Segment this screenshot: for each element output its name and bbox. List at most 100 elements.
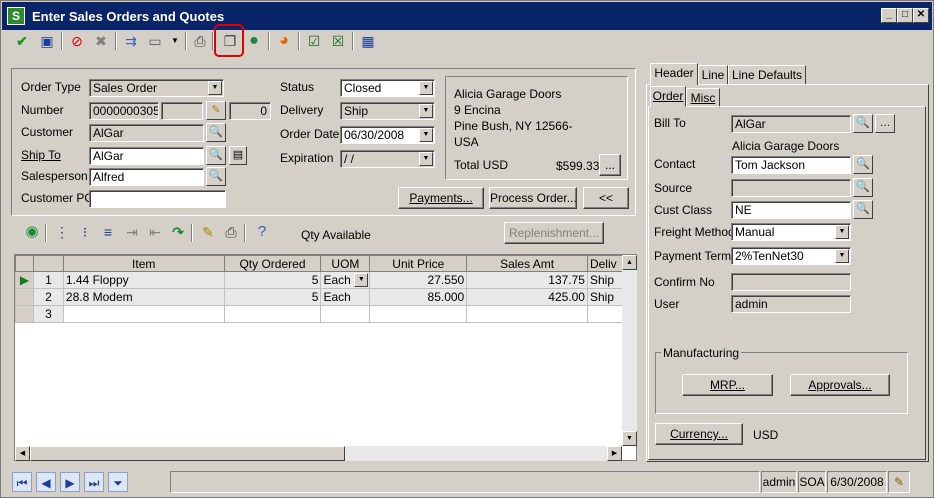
scroll-left-icon[interactable]: ◀ (15, 446, 30, 461)
collapse-button[interactable]: << (583, 187, 629, 209)
insert-line-icon[interactable]: ⋮ (52, 222, 72, 242)
maximize-button[interactable]: □ (897, 8, 913, 23)
amt-cell[interactable]: 425.00 (466, 288, 588, 306)
payterms-select[interactable]: 2%TenNet30 ▼ (731, 247, 851, 265)
user-field[interactable]: admin (731, 295, 851, 313)
expiration-field[interactable]: / / ▼ (340, 150, 435, 168)
payments-button[interactable]: Payments... (398, 187, 484, 209)
custclass-field[interactable]: NE (731, 201, 851, 219)
print-icon[interactable]: ⎙ (190, 31, 210, 51)
custclass-lookup-icon[interactable]: 🔍 (853, 200, 873, 219)
horizontal-scrollbar[interactable]: ◀ ▶ (15, 446, 622, 461)
price-cell[interactable]: 27.550 (369, 271, 468, 289)
number-extra-field[interactable]: 0 (229, 102, 271, 120)
price-header[interactable]: Unit Price (369, 255, 468, 272)
billto-field[interactable]: AlGar (731, 115, 851, 133)
scroll-right-icon[interactable]: ▶ (607, 446, 622, 461)
filter-icon[interactable]: ⏷ (108, 472, 128, 492)
replenishment-button[interactable]: Replenishment... (504, 222, 604, 244)
source-field[interactable] (731, 179, 851, 197)
save-icon[interactable]: ▣ (37, 31, 57, 51)
next-record-icon[interactable]: ▶ (60, 472, 80, 492)
uom-header[interactable]: UOM (320, 255, 371, 272)
notepad-icon[interactable]: ✎ (888, 471, 910, 493)
salesperson-lookup-icon[interactable]: 🔍 (206, 167, 226, 186)
globe-icon[interactable]: ◉ (22, 222, 42, 242)
total-more-button[interactable]: ... (599, 154, 621, 176)
cancel-icon[interactable]: ✖ (91, 31, 111, 51)
first-record-icon[interactable]: ⏮ (12, 472, 32, 492)
print-lines-icon[interactable]: ⎙ (221, 222, 241, 242)
deliv-cell[interactable]: Ship (586, 288, 625, 306)
qty-cell[interactable] (223, 305, 322, 323)
uom-cell[interactable]: Each (320, 288, 371, 306)
qty-cell[interactable]: 5 (223, 288, 322, 306)
amt-cell[interactable] (466, 305, 588, 323)
contact-field[interactable]: Tom Jackson (731, 156, 851, 174)
deliv-cell[interactable]: Ship (586, 271, 625, 289)
item-cell[interactable] (62, 305, 225, 323)
process-order-button[interactable]: Process Order... (489, 187, 577, 209)
contact-lookup-icon[interactable]: 🔍 (853, 155, 873, 174)
insert-after-icon[interactable]: ⁝ (75, 222, 95, 242)
last-record-icon[interactable]: ⏭ (84, 472, 104, 492)
source-lookup-icon[interactable]: 🔍 (853, 178, 873, 197)
scroll-down-icon[interactable]: ▼ (622, 431, 637, 446)
tab-misc[interactable]: Misc (686, 88, 720, 108)
previous-record-icon[interactable]: ◀ (36, 472, 56, 492)
customer-lookup-icon[interactable]: 🔍 (206, 123, 226, 142)
question-icon[interactable]: ? (252, 222, 272, 242)
address-icon[interactable]: ▤ (229, 146, 247, 165)
tab-line-defaults[interactable]: Line Defaults (728, 65, 806, 85)
approvals-button[interactable]: Approvals... (790, 374, 890, 396)
table-row[interactable]: 2 28.8 Modem 5 Each 85.000 425.00 Ship (15, 288, 625, 306)
salesperson-field[interactable]: Alfred (89, 168, 204, 186)
shipto-lookup-icon[interactable]: 🔍 (206, 146, 226, 165)
item-cell[interactable]: 1.44 Floppy (62, 271, 225, 289)
chevron-down-icon[interactable]: ▼ (419, 81, 433, 95)
vertical-scrollbar[interactable]: ▲ ▼ (622, 255, 637, 446)
scroll-thumb[interactable] (30, 446, 345, 461)
redo-icon[interactable]: ↷ (168, 222, 188, 242)
outdent-icon[interactable]: ⇤ (145, 222, 165, 242)
deliv-header[interactable]: Deliv (586, 255, 625, 272)
chevron-down-icon[interactable]: ▼ (835, 249, 849, 263)
minimize-button[interactable]: _ (881, 8, 897, 23)
uom-cell[interactable] (320, 305, 371, 323)
table-row[interactable]: 3 (15, 305, 625, 323)
tab-order[interactable]: Order (650, 86, 686, 107)
deliv-cell[interactable] (586, 305, 625, 323)
billto-lookup-icon[interactable]: 🔍 (853, 114, 873, 133)
item-header[interactable]: Item (62, 255, 225, 272)
mrp-button[interactable]: MRP... (682, 374, 773, 396)
chevron-down-icon[interactable]: ▼ (354, 273, 369, 287)
tab-header[interactable]: Header (650, 63, 698, 85)
chevron-down-icon[interactable]: ▼ (208, 81, 222, 95)
tab-line[interactable]: Line (698, 65, 728, 85)
close-button[interactable]: ✕ (913, 8, 929, 23)
price-cell[interactable]: 85.000 (369, 288, 468, 306)
delete-icon[interactable]: ⊘ (67, 31, 87, 51)
shipto-field[interactable]: AlGar (89, 147, 204, 165)
template-dropdown-icon[interactable]: ▼ (165, 31, 185, 51)
amt-cell[interactable]: 137.75 (466, 271, 588, 289)
help-icon[interactable]: ● (244, 31, 264, 51)
qty-header[interactable]: Qty Ordered (223, 255, 322, 272)
customer-field[interactable]: AlGar (89, 124, 204, 142)
pencil-icon[interactable]: ✎ (206, 101, 226, 120)
orderdate-field[interactable]: 06/30/2008 ▼ (340, 126, 435, 144)
calendar-icon[interactable]: ▦ (358, 31, 378, 51)
customerpo-field[interactable] (89, 190, 226, 208)
indent-icon[interactable]: ⇥ (122, 222, 142, 242)
uom-cell[interactable]: Each ▼ (320, 271, 371, 289)
edit-icon[interactable]: ☒ (328, 31, 348, 51)
freight-select[interactable]: Manual ▼ (731, 223, 851, 241)
number-field[interactable]: 0000000305 (89, 102, 159, 120)
status-select[interactable]: Closed ▼ (340, 79, 435, 97)
billto-more-button[interactable]: … (875, 114, 895, 133)
accept-icon[interactable]: ✔ (12, 31, 32, 51)
delivery-select[interactable]: Ship ▼ (340, 102, 435, 120)
append-line-icon[interactable]: ≡ (98, 222, 118, 242)
table-row[interactable]: ▶ 1 1.44 Floppy 5 Each ▼ 27.550 137.75 Sh… (15, 271, 625, 289)
scroll-up-icon[interactable]: ▲ (622, 255, 637, 270)
